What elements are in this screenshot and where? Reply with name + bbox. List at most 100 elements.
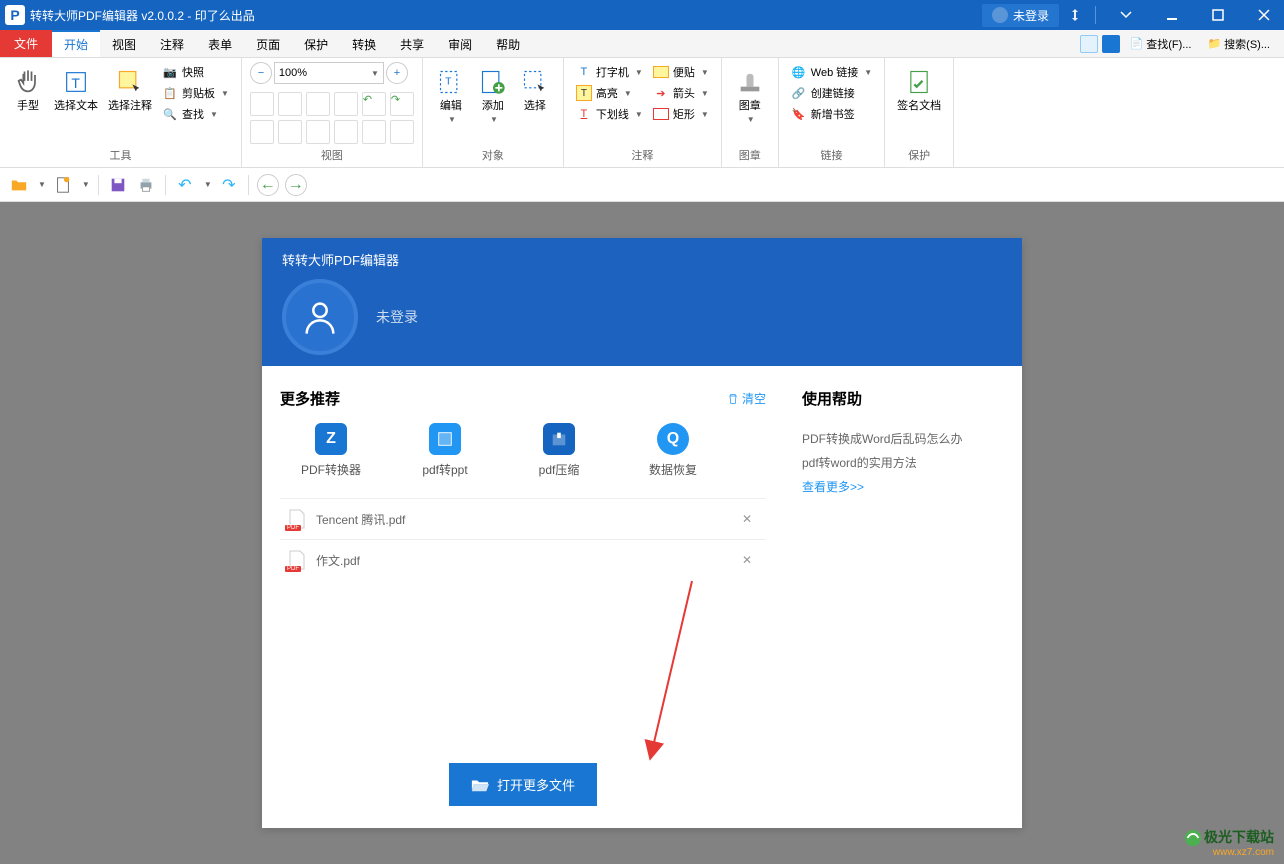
chevron-down-icon: ▼: [371, 69, 379, 78]
user-login-button[interactable]: 未登录: [982, 4, 1059, 27]
tab-page[interactable]: 页面: [244, 30, 292, 57]
tab-form[interactable]: 表单: [196, 30, 244, 57]
underline-button[interactable]: T下划线▼: [572, 104, 647, 124]
view-mode-4-button[interactable]: [334, 92, 358, 116]
group-label-annot: 注释: [572, 147, 713, 165]
find-tool-button[interactable]: 🔍查找▼: [158, 104, 233, 124]
reco-data-recover[interactable]: Q数据恢复: [632, 423, 714, 478]
nav-back-button[interactable]: ←: [257, 174, 279, 196]
view-mode-1-button[interactable]: [250, 92, 274, 116]
text-select-icon: T: [60, 66, 92, 98]
folder-open-icon: [471, 777, 489, 793]
tab-convert[interactable]: 转换: [340, 30, 388, 57]
login-label[interactable]: 未登录: [376, 307, 418, 327]
new-doc-button[interactable]: [52, 174, 74, 196]
chevron-down-icon[interactable]: ▼: [204, 180, 212, 189]
view-mode-6-button[interactable]: [278, 120, 302, 144]
sign-button[interactable]: 签名文档: [893, 62, 945, 117]
createlink-button[interactable]: 🔗创建链接: [787, 83, 876, 103]
tab-start[interactable]: 开始: [52, 30, 100, 57]
help-column: 使用帮助 PDF转换成Word后乱码怎么办 pdf转word的实用方法 查看更多…: [784, 366, 1022, 828]
remove-file-button[interactable]: ✕: [736, 551, 758, 569]
undo-button[interactable]: ↶: [174, 174, 196, 196]
print-button[interactable]: [135, 174, 157, 196]
dropdown-button[interactable]: [1106, 0, 1146, 30]
save-button[interactable]: [107, 174, 129, 196]
chevron-down-icon[interactable]: ▼: [38, 180, 46, 189]
rect-icon: [653, 106, 669, 122]
rect-button[interactable]: 矩形▼: [649, 104, 713, 124]
group-label-object: 对象: [431, 147, 555, 165]
more-reco-title: 更多推荐: [280, 388, 340, 409]
arrow-button[interactable]: ➔箭头▼: [649, 83, 713, 103]
select-text-button[interactable]: T选择文本: [50, 62, 102, 117]
main-column: 更多推荐 清空 ZPDF转换器 pdf转ppt pdf压缩 Q数据恢复 PDF …: [262, 366, 784, 828]
view-mode-8-button[interactable]: [334, 120, 358, 144]
translate-icon[interactable]: [1102, 35, 1120, 53]
help-more-link[interactable]: 查看更多>>: [802, 475, 1004, 499]
close-button[interactable]: [1244, 0, 1284, 30]
recent-file-row[interactable]: PDF Tencent 腾讯.pdf ✕: [280, 498, 766, 539]
hand-tool-button[interactable]: 手型: [8, 62, 48, 117]
tab-share[interactable]: 共享: [388, 30, 436, 57]
ribbon: 手型 T选择文本 选择注释 📷快照 📋剪贴板▼ 🔍查找▼ 工具 − 100%▼ …: [0, 58, 1284, 168]
sign-icon: [903, 66, 935, 98]
find-icon: 🔍: [162, 106, 178, 122]
add-button[interactable]: 添加▼: [473, 62, 513, 129]
view-mode-10-button[interactable]: [390, 120, 414, 144]
avatar-icon: [992, 7, 1008, 23]
view-mode-3-button[interactable]: [306, 92, 330, 116]
help-link[interactable]: PDF转换成Word后乱码怎么办: [802, 427, 1004, 451]
chevron-down-icon[interactable]: ▼: [82, 180, 90, 189]
view-mode-2-button[interactable]: [278, 92, 302, 116]
note-icon: [653, 64, 669, 80]
clipboard-button[interactable]: 📋剪贴板▼: [158, 83, 233, 103]
rotate-left-button[interactable]: ↶: [362, 92, 386, 116]
view-mode-5-button[interactable]: [250, 120, 274, 144]
recent-file-row[interactable]: PDF 作文.pdf ✕: [280, 539, 766, 580]
reco-pdf-compress[interactable]: pdf压缩: [518, 423, 600, 478]
avatar-icon[interactable]: [282, 279, 358, 355]
tab-annot[interactable]: 注释: [148, 30, 196, 57]
tab-review[interactable]: 审阅: [436, 30, 484, 57]
select-annot-button[interactable]: 选择注释: [104, 62, 156, 117]
highlight-button[interactable]: T高亮▼: [572, 83, 647, 103]
zoom-out-button[interactable]: −: [250, 62, 272, 84]
edit-button[interactable]: T编辑▼: [431, 62, 471, 129]
file-menu[interactable]: 文件: [0, 30, 52, 57]
find-button[interactable]: 📄查找(F)...: [1124, 34, 1198, 54]
open-folder-button[interactable]: [8, 174, 30, 196]
minimize-button[interactable]: [1152, 0, 1192, 30]
view-mode-9-button[interactable]: [362, 120, 386, 144]
remove-file-button[interactable]: ✕: [736, 510, 758, 528]
note-button[interactable]: 便贴▼: [649, 62, 713, 82]
zoom-select[interactable]: 100%▼: [274, 62, 384, 84]
open-more-files-button[interactable]: 打开更多文件: [449, 763, 597, 806]
maximize-button[interactable]: [1198, 0, 1238, 30]
reco-pdf-to-ppt[interactable]: pdf转ppt: [404, 423, 486, 478]
folder-search-icon: 📁: [1207, 37, 1221, 50]
rotate-right-button[interactable]: ↷: [390, 92, 414, 116]
view-mode-7-button[interactable]: [306, 120, 330, 144]
snapshot-button[interactable]: 📷快照: [158, 62, 233, 82]
clear-button[interactable]: 清空: [727, 390, 766, 407]
bookmark-icon: 🔖: [791, 106, 807, 122]
help-link[interactable]: pdf转word的实用方法: [802, 451, 1004, 475]
nav-forward-button[interactable]: →: [285, 174, 307, 196]
typewriter-button[interactable]: T打字机▼: [572, 62, 647, 82]
arrow-icon: ➔: [653, 85, 669, 101]
stamp-button[interactable]: 图章▼: [730, 62, 770, 129]
fit-icon[interactable]: [1080, 35, 1098, 53]
weblink-button[interactable]: 🌐Web 链接▼: [787, 62, 876, 82]
sync-icon[interactable]: [1065, 5, 1085, 25]
search-button[interactable]: 📁搜索(S)...: [1201, 34, 1276, 54]
tab-view[interactable]: 视图: [100, 30, 148, 57]
tab-protect[interactable]: 保护: [292, 30, 340, 57]
help-title: 使用帮助: [802, 388, 1004, 409]
zoom-in-button[interactable]: +: [386, 62, 408, 84]
bookmark-button[interactable]: 🔖新增书签: [787, 104, 876, 124]
redo-button[interactable]: ↷: [218, 174, 240, 196]
reco-pdf-converter[interactable]: ZPDF转换器: [290, 423, 372, 478]
select-obj-button[interactable]: 选择: [515, 62, 555, 117]
tab-help[interactable]: 帮助: [484, 30, 532, 57]
